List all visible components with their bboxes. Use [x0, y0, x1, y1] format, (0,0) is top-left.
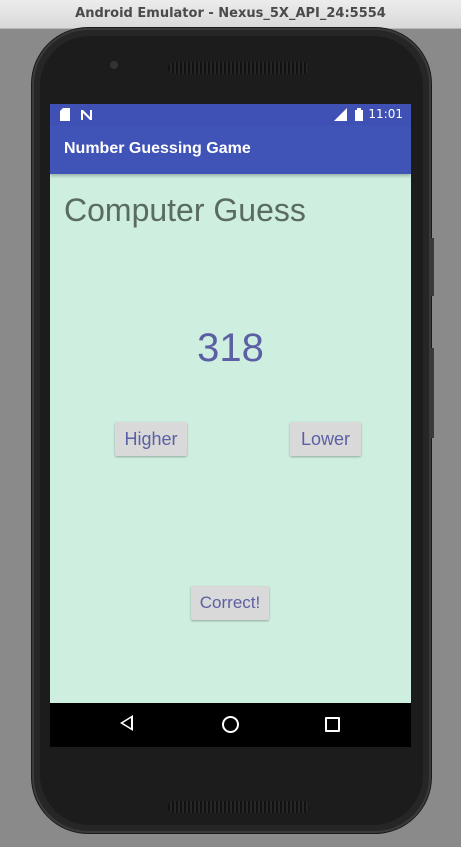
recents-icon[interactable] [325, 717, 340, 732]
window-title: Android Emulator - Nexus_5X_API_24:5554 [0, 0, 461, 29]
front-camera-icon [110, 61, 118, 69]
battery-icon [355, 107, 363, 121]
bottom-speaker-icon [168, 801, 309, 813]
n-notification-icon [80, 109, 92, 120]
guess-value: 318 [197, 326, 264, 370]
device-screen: 11:01 Number Guessing Game Computer Gues… [50, 104, 411, 747]
correct-button[interactable]: Correct! [191, 586, 269, 620]
lte-signal-icon [333, 107, 347, 121]
back-icon[interactable] [120, 715, 133, 731]
higher-button[interactable]: Higher [115, 422, 187, 456]
status-time: 11:01 [368, 107, 403, 121]
app-title: Number Guessing Game [64, 140, 251, 157]
emulator-window: Android Emulator - Nexus_5X_API_24:5554 [0, 0, 461, 847]
power-button[interactable] [431, 348, 434, 438]
earpiece-speaker-icon [168, 62, 309, 74]
status-left-icons [60, 107, 93, 121]
status-right-icons [331, 107, 363, 121]
status-bar: 11:01 [50, 104, 411, 125]
sd-card-icon [60, 108, 70, 121]
page-title: Computer Guess [64, 192, 306, 228]
navigation-bar [50, 703, 411, 747]
lower-button[interactable]: Lower [290, 422, 361, 456]
home-icon[interactable] [222, 716, 239, 733]
app-bar: Number Guessing Game [50, 125, 411, 174]
volume-button[interactable] [431, 238, 434, 296]
